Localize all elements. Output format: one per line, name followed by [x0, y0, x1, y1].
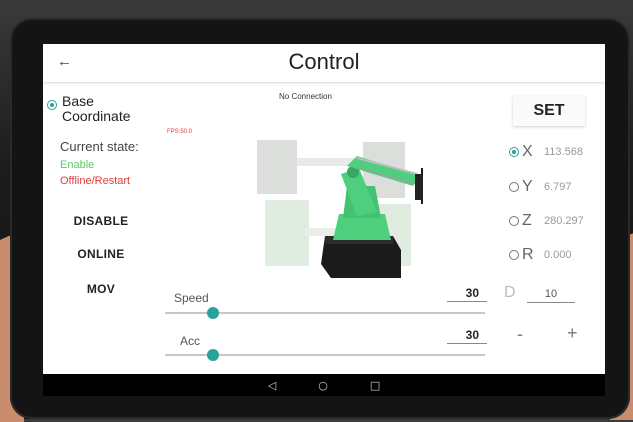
- axis-x-row[interactable]: X 113.568: [509, 143, 583, 161]
- nav-back-icon[interactable]: ◁: [268, 379, 276, 392]
- axis-z-row[interactable]: Z 280.297: [509, 212, 584, 230]
- axis-z-label: Z: [522, 212, 532, 229]
- acc-slider-thumb[interactable]: [207, 349, 219, 361]
- plus-button[interactable]: +: [567, 323, 578, 344]
- axis-r-radio[interactable]: [509, 250, 519, 260]
- base-coordinate-radio[interactable]: [47, 100, 57, 110]
- step-input-underline: [527, 302, 575, 303]
- set-button[interactable]: SET: [513, 96, 585, 126]
- axis-r-value: 0.000: [544, 249, 572, 261]
- mov-button[interactable]: MOV: [65, 282, 137, 296]
- axis-x-radio[interactable]: [509, 147, 519, 157]
- offline-restart-status[interactable]: Offline/Restart: [60, 175, 130, 187]
- app-screen: ← Control Base Coordinate Current state:…: [43, 44, 605, 374]
- axis-r-label: R: [522, 246, 534, 263]
- page-title: Control: [288, 49, 360, 74]
- axis-x-value: 113.568: [544, 146, 583, 158]
- nav-recents-icon[interactable]: □: [370, 379, 380, 392]
- fps-counter: FPS:50.0: [167, 129, 193, 135]
- axis-y-radio[interactable]: [509, 182, 519, 192]
- axis-r-row[interactable]: R 0.000: [509, 246, 572, 264]
- connection-status: No Connection: [279, 92, 332, 101]
- speed-slider-thumb[interactable]: [207, 307, 219, 319]
- nav-home-icon[interactable]: ○: [318, 379, 328, 392]
- base-coordinate-label-line2: Coordinate: [62, 108, 131, 124]
- axis-z-value: 280.297: [544, 215, 584, 227]
- speed-value-underline: [447, 301, 487, 302]
- acc-label: Acc: [180, 334, 201, 348]
- speed-label: Speed: [174, 291, 209, 305]
- step-label: D: [504, 284, 516, 301]
- axis-z-radio[interactable]: [509, 216, 519, 226]
- base-coordinate-option[interactable]: Base Coordinate: [47, 94, 131, 124]
- current-state-label: Current state:: [60, 139, 139, 154]
- axis-x-label: X: [522, 143, 533, 160]
- step-input[interactable]: 10: [527, 288, 575, 300]
- acc-value-underline: [447, 343, 487, 344]
- axis-y-label: Y: [522, 178, 533, 195]
- base-coordinate-label-line1: Base: [62, 93, 94, 109]
- app-bar: ← Control: [43, 44, 605, 83]
- online-button[interactable]: ONLINE: [65, 247, 137, 261]
- axis-y-value: 6.797: [544, 181, 572, 193]
- speed-value[interactable]: 30: [445, 286, 479, 300]
- axis-y-row[interactable]: Y 6.797: [509, 178, 572, 196]
- disable-button[interactable]: DISABLE: [65, 214, 137, 228]
- acc-value[interactable]: 30: [445, 328, 479, 342]
- android-navigation-bar: ◁ ○ □: [43, 374, 605, 396]
- enable-status[interactable]: Enable: [60, 159, 94, 171]
- robot-arm-view: [257, 140, 423, 278]
- minus-button[interactable]: -: [517, 324, 523, 345]
